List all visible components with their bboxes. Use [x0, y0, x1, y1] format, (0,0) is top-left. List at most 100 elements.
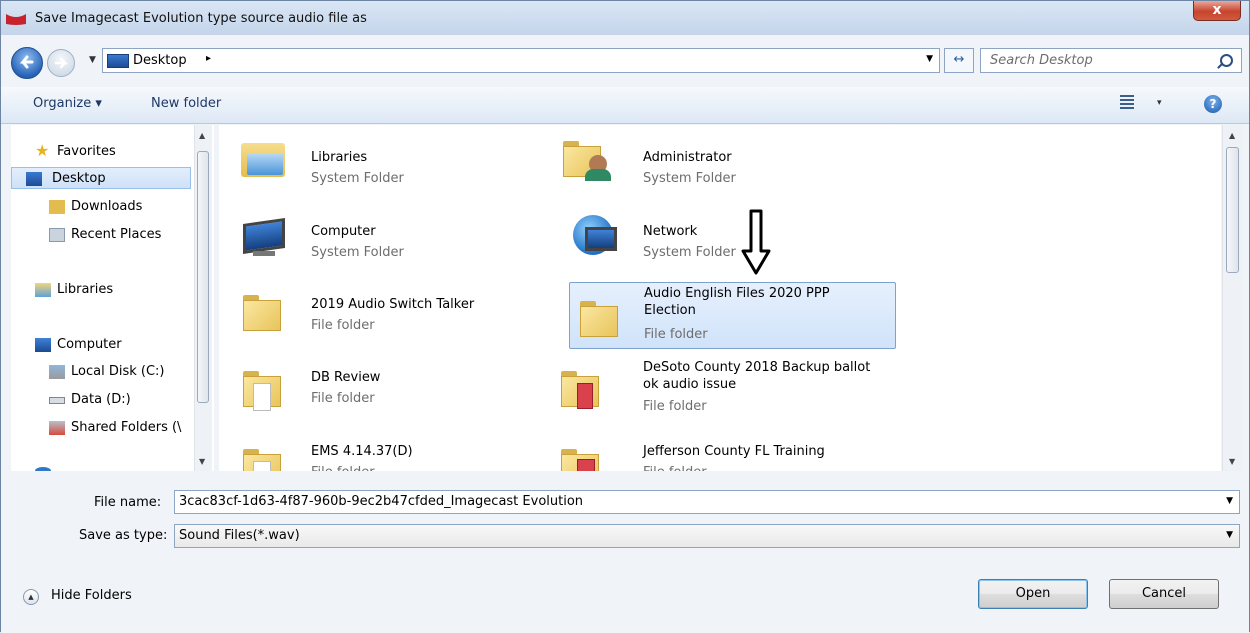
address-dropdown-icon[interactable]: ▼: [926, 54, 933, 64]
save-as-type-select[interactable]: Sound Files(*.wav) ▼: [174, 524, 1240, 548]
file-name: DeSoto County 2018 Backup ballot ok audi…: [643, 360, 871, 392]
sidebar-item-label: Downloads: [71, 199, 143, 214]
file-name: Administrator: [643, 150, 732, 165]
scroll-down-icon[interactable]: ▼: [199, 457, 205, 466]
star-icon: ★: [35, 141, 50, 160]
libraries-icon: [239, 135, 285, 179]
list-item[interactable]: Computer System Folder: [219, 203, 549, 263]
list-item[interactable]: 2019 Audio Switch Talker File folder: [219, 281, 549, 341]
sidebar-item-computer[interactable]: Computer: [35, 334, 195, 356]
save-form: File name: 3cac83cf-1d63-4f87-960b-9ec2b…: [1, 473, 1249, 633]
file-type: File folder: [311, 465, 375, 471]
file-type: File folder: [311, 391, 375, 406]
scrollbar-thumb[interactable]: [1226, 147, 1239, 273]
forward-button[interactable]: [47, 49, 75, 77]
folder-icon: [239, 365, 285, 411]
shared-folder-icon: [49, 421, 65, 435]
scroll-down-icon[interactable]: ▼: [1229, 457, 1235, 466]
file-name: EMS 4.14.37(D): [311, 444, 413, 459]
scrollbar-thumb[interactable]: [197, 151, 209, 403]
hide-folders-label: Hide Folders: [51, 588, 132, 603]
file-name-label: File name:: [94, 495, 162, 510]
libraries-icon: [35, 283, 51, 297]
breadcrumb-chevron-icon[interactable]: ▸: [206, 53, 211, 64]
scroll-up-icon[interactable]: ▲: [1229, 131, 1235, 140]
save-as-type-label: Save as type:: [79, 528, 168, 543]
file-name: Audio English Files 2020 PPP Election: [644, 286, 830, 318]
sidebar-item-recent-places[interactable]: Recent Places: [49, 224, 199, 246]
sidebar-item-local-disk[interactable]: Local Disk (C:): [49, 361, 199, 383]
sidebar-item-data-drive[interactable]: Data (D:): [49, 389, 199, 411]
file-type: File folder: [311, 318, 375, 333]
file-list: Libraries System Folder Administrator Sy…: [219, 125, 1221, 471]
file-type: File folder: [643, 465, 707, 471]
forward-arrow-icon: [54, 57, 69, 69]
down-arrow-annotation-icon: [741, 209, 771, 275]
list-item[interactable]: Network System Folder: [551, 203, 881, 263]
file-name: Computer: [311, 224, 376, 239]
recent-places-icon: [49, 228, 65, 242]
open-button[interactable]: Open: [978, 579, 1088, 609]
list-item[interactable]: EMS 4.14.37(D) File folder: [219, 435, 549, 471]
folder-icon: [239, 289, 285, 333]
search-icon[interactable]: [1220, 54, 1233, 67]
list-item[interactable]: DB Review File folder: [219, 357, 549, 417]
refresh-icon: ↔: [953, 52, 965, 67]
sidebar-item-label: Computer: [57, 337, 122, 352]
scroll-up-icon[interactable]: ▲: [199, 131, 205, 140]
folder-icon: [239, 443, 285, 471]
save-as-type-dropdown-icon[interactable]: ▼: [1226, 530, 1233, 540]
file-name-dropdown-icon[interactable]: ▼: [1226, 496, 1233, 506]
network-icon: [571, 211, 617, 255]
file-name: Jefferson County FL Training: [643, 444, 825, 459]
close-button[interactable]: x: [1193, 1, 1241, 21]
file-name-value[interactable]: 3cac83cf-1d63-4f87-960b-9ec2b47cfded_Ima…: [179, 494, 583, 509]
user-folder-icon: [563, 135, 617, 181]
views-dropdown-icon[interactable]: ▾: [1157, 98, 1162, 108]
sidebar-item-label: Shared Folders (\: [71, 420, 182, 435]
network-icon: [35, 467, 51, 471]
address-bar[interactable]: Desktop ▸ ▼: [102, 48, 940, 73]
organize-button[interactable]: Organize ▾: [33, 96, 102, 111]
address-location[interactable]: Desktop: [133, 53, 187, 68]
search-box[interactable]: Search Desktop: [980, 48, 1242, 73]
navigation-scrollbar[interactable]: ▲ ▼: [194, 125, 212, 471]
views-icon[interactable]: [1120, 95, 1134, 109]
local-disk-icon: [49, 365, 65, 379]
list-item-selected[interactable]: Audio English Files 2020 PPP Election Fi…: [569, 282, 896, 349]
back-arrow-icon: [19, 55, 34, 69]
search-placeholder: Search Desktop: [990, 53, 1093, 68]
chevron-up-icon: ▲: [23, 589, 39, 605]
sidebar-item-libraries[interactable]: Libraries: [35, 279, 195, 301]
list-item[interactable]: Libraries System Folder: [219, 127, 549, 187]
app-icon: [6, 14, 26, 25]
computer-icon: [35, 338, 51, 352]
refresh-button[interactable]: ↔: [944, 48, 974, 73]
folder-icon: [572, 295, 618, 339]
file-type: File folder: [643, 399, 707, 414]
history-dropdown-icon[interactable]: ▼: [89, 55, 96, 65]
file-type: System Folder: [311, 245, 404, 260]
list-item[interactable]: DeSoto County 2018 Backup ballot ok audi…: [551, 357, 881, 417]
sidebar-item-downloads[interactable]: Downloads: [49, 196, 199, 218]
help-icon[interactable]: ?: [1204, 95, 1222, 113]
list-item[interactable]: Jefferson County FL Training File folder: [551, 435, 881, 471]
desktop-icon: [107, 54, 129, 68]
file-type: System Folder: [311, 171, 404, 186]
sidebar-item-label: Recent Places: [71, 227, 162, 242]
new-folder-button[interactable]: New folder: [151, 96, 221, 111]
list-item[interactable]: Administrator System Folder: [551, 127, 881, 187]
command-toolbar: Organize ▾ New folder ▾ ?: [1, 87, 1249, 124]
back-button[interactable]: [11, 47, 43, 79]
sidebar-item-favorites[interactable]: ★ Favorites: [35, 141, 205, 163]
cancel-button[interactable]: Cancel: [1109, 579, 1219, 609]
sidebar-item-network-partial[interactable]: [35, 463, 51, 471]
file-name-field[interactable]: 3cac83cf-1d63-4f87-960b-9ec2b47cfded_Ima…: [174, 490, 1240, 514]
sidebar-item-shared-folders[interactable]: Shared Folders (\: [49, 417, 209, 439]
save-as-type-value: Sound Files(*.wav): [179, 528, 300, 543]
file-type: System Folder: [643, 171, 736, 186]
save-file-dialog: Save Imagecast Evolution type source aud…: [0, 0, 1250, 633]
sidebar-item-desktop[interactable]: Desktop: [11, 167, 191, 189]
downloads-icon: [49, 200, 65, 214]
file-list-scrollbar[interactable]: ▲ ▼: [1222, 125, 1243, 471]
